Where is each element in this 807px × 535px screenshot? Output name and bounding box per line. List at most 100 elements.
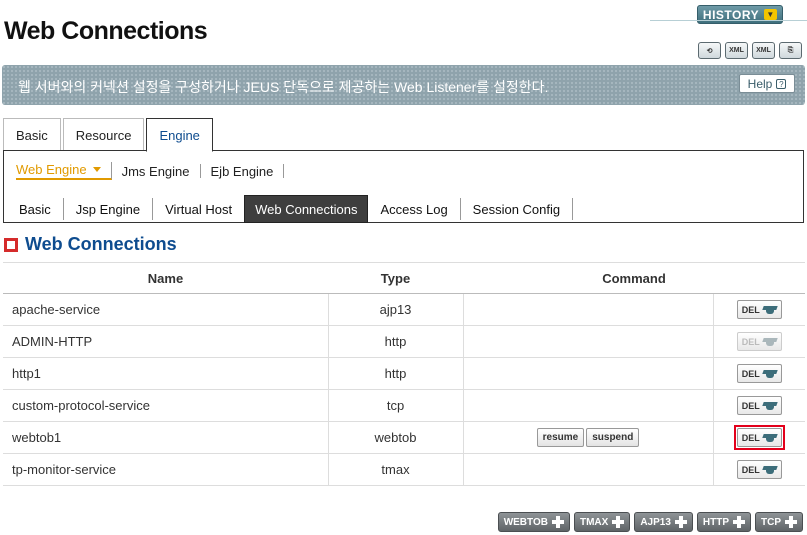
banner-text: 웹 서버와의 커넥션 설정을 구성하거나 JEUS 단독으로 제공하는 Web … [18, 79, 549, 95]
tab-web-basic[interactable]: Basic [7, 198, 64, 220]
delete-cell: DEL [713, 357, 805, 390]
delete-label: DEL [741, 336, 760, 347]
add-connection-buttons: WEBTOB TMAX AJP13 HTTP TCP [497, 512, 803, 532]
tab-basic[interactable]: Basic [3, 118, 61, 151]
table-row: apache-service ajp13 DEL [3, 293, 805, 326]
section-header: Web Connections [4, 234, 177, 255]
xml-export-icon[interactable]: XML [752, 42, 775, 59]
command-cell [463, 325, 714, 358]
tab-virtual-host[interactable]: Virtual Host [153, 198, 244, 220]
tab-jsp-engine[interactable]: Jsp Engine [64, 198, 154, 220]
highlight-box: DEL [733, 425, 785, 450]
delete-button[interactable]: DEL [736, 460, 782, 479]
connection-name: ADMIN-HTTP [3, 325, 329, 358]
plus-icon [785, 516, 797, 528]
graduation-cap-icon [763, 369, 777, 379]
delete-cell: DEL [713, 453, 805, 486]
graduation-cap-icon [763, 401, 777, 411]
refresh-icon[interactable]: ⟲ [698, 42, 721, 59]
connection-name: http1 [3, 357, 329, 390]
engine-panel: Web Engine Jms Engine Ejb Engine Basic J… [3, 150, 804, 223]
tab-resource[interactable]: Resource [62, 118, 145, 151]
delete-button[interactable]: DEL [736, 428, 782, 447]
command-cell [463, 453, 714, 486]
web-engine-tabs: Basic Jsp Engine Virtual Host Web Connec… [7, 195, 574, 223]
delete-button[interactable]: DEL [736, 396, 782, 415]
command-cell [463, 293, 714, 326]
delete-cell: DEL [713, 421, 805, 454]
table-row: custom-protocol-service tcp DEL [3, 389, 805, 422]
resume-button[interactable]: resume [536, 428, 585, 447]
plus-icon [674, 516, 687, 528]
graduation-cap-icon [763, 465, 777, 475]
tab-jms-engine[interactable]: Jms Engine [112, 164, 201, 179]
add-ajp13-button[interactable]: AJP13 [634, 512, 693, 532]
connection-name: tp-monitor-service [3, 453, 329, 486]
connection-type: ajp13 [328, 293, 464, 326]
connection-name: webtob1 [3, 421, 329, 454]
tab-ejb-engine[interactable]: Ejb Engine [201, 164, 285, 179]
tab-web-engine-label: Web Engine [16, 162, 87, 177]
page-title: Web Connections [4, 17, 208, 45]
plus-icon [551, 516, 564, 528]
connection-type: tcp [328, 389, 464, 422]
table-header-row: Name Type Command [3, 262, 805, 294]
add-http-label: HTTP [702, 516, 729, 528]
add-tcp-label: TCP [761, 516, 781, 528]
delete-cell: DEL [713, 293, 805, 326]
plus-icon [733, 516, 745, 528]
tab-session-config[interactable]: Session Config [461, 198, 574, 220]
delete-button[interactable]: DEL [736, 332, 782, 351]
chevron-down-icon: ▼ [764, 9, 778, 20]
main-tabs: Basic Resource Engine [3, 118, 215, 152]
graduation-cap-icon [763, 433, 777, 443]
question-icon: ? [776, 78, 787, 89]
connection-name: apache-service [3, 293, 329, 326]
tab-web-connections[interactable]: Web Connections [244, 195, 369, 223]
toolbar: ⟲ XML XML ⎘ [698, 42, 802, 59]
delete-button[interactable]: DEL [736, 300, 782, 319]
command-cell [463, 357, 714, 390]
connections-table: Name Type Command apache-service ajp13 DEL… [3, 262, 805, 486]
connection-name: custom-protocol-service [3, 389, 329, 422]
export-icon[interactable]: ⎘ [779, 42, 802, 59]
graduation-cap-icon [763, 337, 777, 347]
section-bullet-icon [4, 237, 18, 252]
connection-type: http [328, 357, 464, 390]
add-tcp-button[interactable]: TCP [755, 512, 803, 532]
delete-cell: DEL [713, 389, 805, 422]
help-button[interactable]: Help ? [739, 74, 795, 93]
tab-engine[interactable]: Engine [146, 118, 213, 152]
table-row: http1 http DEL [3, 357, 805, 390]
command-cell: resume suspend [463, 421, 714, 454]
add-http-button[interactable]: HTTP [696, 512, 751, 532]
connection-type: webtob [328, 421, 464, 454]
command-cell [463, 389, 714, 422]
add-webtob-label: WEBTOB [503, 516, 548, 528]
add-tmax-button[interactable]: TMAX [573, 512, 631, 532]
caret-down-icon [92, 167, 101, 172]
xml-import-icon[interactable]: XML [725, 42, 748, 59]
table-row: ADMIN-HTTP http DEL [3, 325, 805, 358]
tab-web-engine[interactable]: Web Engine [16, 162, 112, 180]
help-label: Help [747, 76, 773, 91]
description-banner: 웹 서버와의 커넥션 설정을 구성하거나 JEUS 단독으로 제공하는 Web … [2, 65, 805, 105]
engine-tabs: Web Engine Jms Engine Ejb Engine [16, 162, 285, 180]
table-row: tp-monitor-service tmax DEL [3, 453, 805, 486]
add-tmax-label: TMAX [579, 516, 609, 528]
delete-label: DEL [741, 304, 760, 315]
delete-label: DEL [741, 464, 760, 475]
history-button[interactable]: HISTORY ▼ [697, 5, 783, 24]
delete-button[interactable]: DEL [736, 364, 782, 383]
plus-icon [612, 516, 625, 528]
header-type: Type [328, 262, 463, 294]
add-webtob-button[interactable]: WEBTOB [497, 512, 570, 532]
header-command: Command [463, 262, 805, 294]
connection-type: http [328, 325, 464, 358]
tab-access-log[interactable]: Access Log [368, 198, 461, 220]
header-divider [650, 20, 807, 21]
table-row: webtob1 webtob resume suspend DEL [3, 421, 805, 454]
suspend-button[interactable]: suspend [586, 428, 640, 447]
add-ajp13-label: AJP13 [640, 516, 671, 528]
delete-label: DEL [741, 368, 760, 379]
